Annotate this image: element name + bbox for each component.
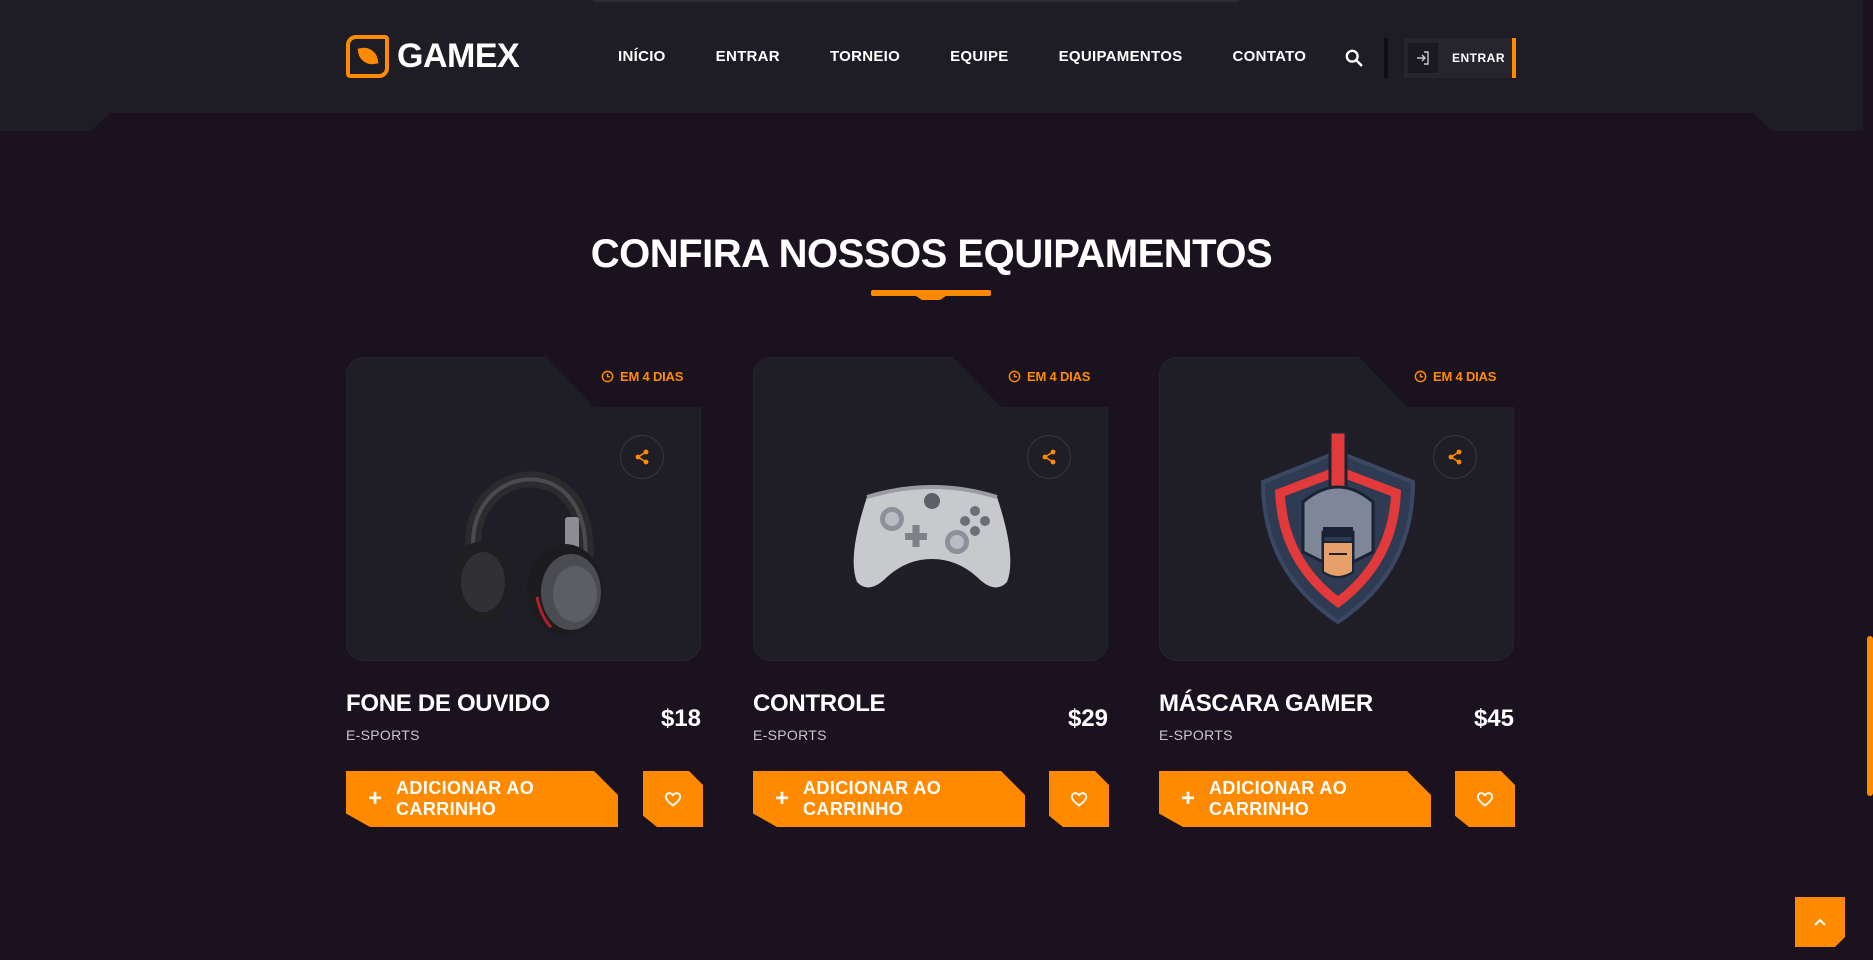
clock-icon — [1008, 370, 1021, 383]
nav-item-equipamentos[interactable]: EQUIPAMENTOS — [1059, 48, 1183, 65]
header-tab-left — [0, 113, 110, 131]
add-to-cart-button[interactable]: + ADICIONAR AO CARRINHO — [346, 771, 618, 827]
product-category: E-SPORTS — [1159, 727, 1233, 743]
product-card-mask: EM 4 DIAS MÁSCARA GAMER E-SPORTS $45 + A… — [1159, 357, 1515, 827]
delivery-badge: EM 4 DIAS — [1008, 369, 1090, 384]
login-button[interactable]: ENTRAR — [1404, 38, 1516, 78]
nav-item-contato[interactable]: CONTATO — [1233, 48, 1307, 65]
nav-item-inicio[interactable]: INÍCIO — [618, 48, 666, 65]
nav-item-equipe[interactable]: EQUIPE — [950, 48, 1008, 65]
product-name[interactable]: CONTROLE — [753, 690, 886, 718]
heart-icon — [1476, 792, 1494, 807]
share-button[interactable] — [1027, 435, 1071, 479]
share-button[interactable] — [1433, 435, 1477, 479]
scrollbar-track[interactable] — [1863, 0, 1873, 960]
header-tab-right — [1753, 113, 1863, 131]
product-category: E-SPORTS — [753, 727, 827, 743]
badge-text: EM 4 DIAS — [1027, 369, 1091, 384]
heart-icon — [664, 792, 682, 807]
clock-icon — [601, 370, 614, 383]
plus-icon: + — [1181, 785, 1196, 812]
share-icon — [635, 449, 649, 465]
plus-icon: + — [368, 785, 383, 812]
header-top-line — [593, 0, 1239, 2]
logo-text: GAMEX — [397, 37, 520, 75]
heart-icon — [1070, 792, 1088, 807]
share-button[interactable] — [620, 435, 664, 479]
add-to-cart-label: ADICIONAR AO CARRINHO — [396, 778, 535, 819]
nav-item-torneio[interactable]: TORNEIO — [830, 48, 900, 65]
login-label: ENTRAR — [1452, 51, 1505, 65]
delivery-badge: EM 4 DIAS — [601, 369, 683, 384]
title-underline — [871, 290, 991, 296]
product-price: $45 — [1473, 705, 1514, 732]
product-price: $29 — [1067, 705, 1108, 732]
add-to-cart-button[interactable]: + ADICIONAR AO CARRINHO — [1159, 771, 1431, 827]
badge-text: EM 4 DIAS — [1433, 369, 1497, 384]
logo[interactable]: GAMEX — [346, 35, 520, 78]
nav-item-entrar[interactable]: ENTRAR — [716, 48, 780, 65]
main-nav: INÍCIO ENTRAR TORNEIO EQUIPE EQUIPAMENTO… — [618, 48, 1306, 65]
product-price: $18 — [660, 705, 701, 732]
chevron-up-icon — [1814, 918, 1826, 926]
add-to-cart-label: ADICIONAR AO CARRINHO — [803, 778, 942, 819]
share-icon — [1042, 449, 1056, 465]
product-image-frame — [1159, 357, 1514, 661]
search-icon[interactable] — [1345, 49, 1363, 67]
scrollbar-thumb[interactable] — [1867, 636, 1873, 796]
favorite-button[interactable] — [1049, 771, 1109, 827]
logo-icon — [346, 35, 389, 78]
site-header: GAMEX INÍCIO ENTRAR TORNEIO EQUIPE EQUIP… — [0, 0, 1863, 113]
add-to-cart-label: ADICIONAR AO CARRINHO — [1209, 778, 1348, 819]
clock-icon — [1414, 370, 1427, 383]
delivery-badge: EM 4 DIAS — [1414, 369, 1496, 384]
product-name[interactable]: FONE DE OUVIDO — [346, 690, 550, 718]
badge-text: EM 4 DIAS — [620, 369, 684, 384]
header-divider — [1384, 38, 1388, 78]
favorite-button[interactable] — [643, 771, 703, 827]
product-image-frame — [346, 357, 701, 661]
product-card-headphones: EM 4 DIAS FONE DE OUVIDO E-SPORTS $18 + … — [346, 357, 703, 827]
product-card-controller: EM 4 DIAS CONTROLE E-SPORTS $29 + ADICIO… — [753, 357, 1109, 827]
product-category: E-SPORTS — [346, 727, 420, 743]
product-name[interactable]: MÁSCARA GAMER — [1159, 690, 1373, 718]
favorite-button[interactable] — [1455, 771, 1515, 827]
plus-icon: + — [775, 785, 790, 812]
back-to-top-button[interactable] — [1795, 897, 1845, 947]
product-image-frame — [753, 357, 1108, 661]
sign-in-icon — [1408, 43, 1438, 73]
add-to-cart-button[interactable]: + ADICIONAR AO CARRINHO — [753, 771, 1025, 827]
section-title: CONFIRA NOSSOS EQUIPAMENTOS — [590, 232, 1273, 276]
share-icon — [1448, 449, 1462, 465]
